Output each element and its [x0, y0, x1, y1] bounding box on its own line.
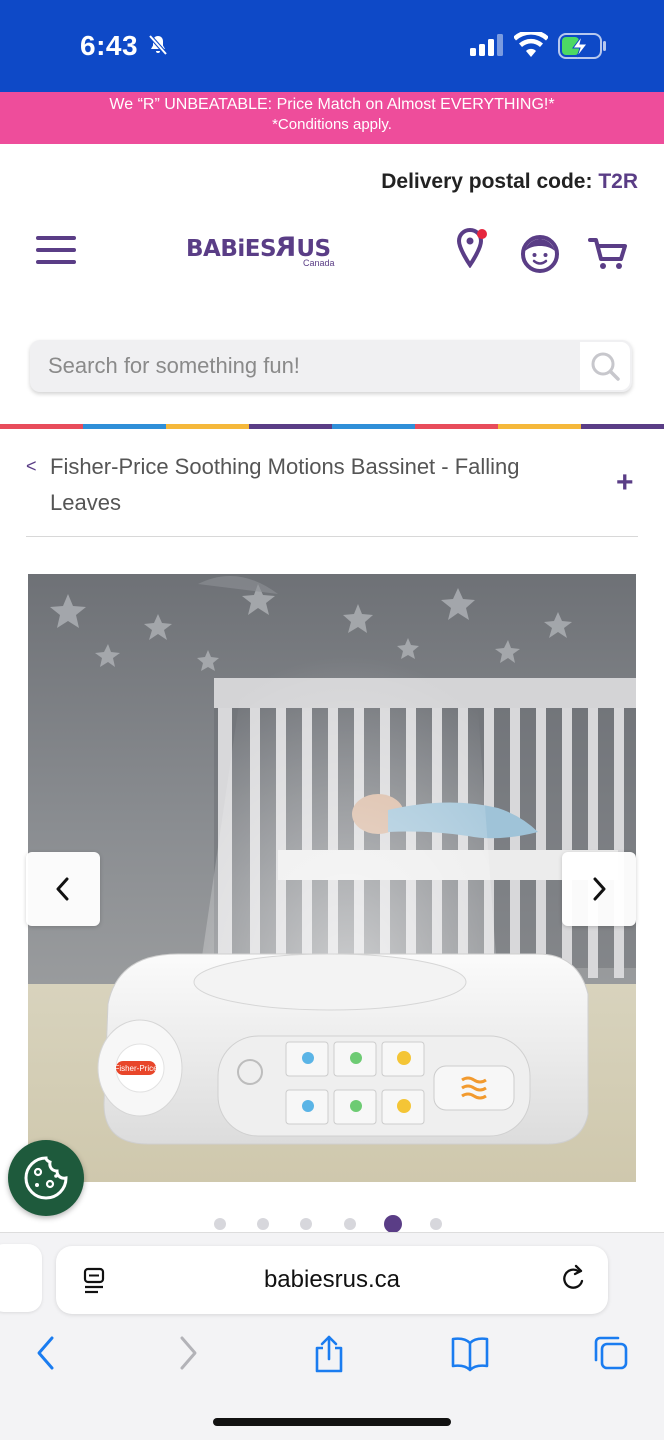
rainbow-segment: [332, 424, 415, 429]
carousel-dot[interactable]: [214, 1218, 226, 1230]
logo-r: R: [276, 232, 297, 263]
fisher-price-badge-text: Fisher-Price: [114, 1064, 158, 1073]
breadcrumb-title[interactable]: Fisher-Price Soothing Motions Bassinet -…: [50, 449, 590, 521]
rainbow-divider: [0, 424, 664, 429]
battery-charging-icon: [558, 33, 608, 64]
delivery-label: Delivery postal code:: [381, 170, 593, 193]
rainbow-segment: [249, 424, 332, 429]
wifi-icon: [513, 29, 549, 63]
carousel-dot[interactable]: [343, 1218, 356, 1230]
reload-icon[interactable]: [560, 1264, 588, 1299]
divider: [26, 536, 638, 537]
cart-icon[interactable]: [588, 236, 628, 277]
cookie-settings-button[interactable]: [8, 1140, 84, 1216]
promo-conditions: *Conditions apply.: [272, 116, 392, 133]
location-pin-icon[interactable]: [456, 227, 488, 273]
cookie-icon: [24, 1156, 68, 1200]
tabs-icon[interactable]: [592, 1334, 630, 1377]
rainbow-segment: [415, 424, 498, 429]
status-time: 6:43: [80, 30, 139, 61]
signal-icon: [470, 34, 504, 61]
postal-code: T2R: [598, 170, 638, 193]
address-bar[interactable]: babiesrus.ca: [56, 1246, 608, 1314]
search-input[interactable]: [48, 348, 578, 384]
url-text: babiesrus.ca: [263, 1266, 401, 1293]
search-icon: [591, 352, 620, 381]
bookmarks-icon[interactable]: [450, 1334, 490, 1377]
rainbow-segment: [83, 424, 166, 429]
breadcrumb-back-icon[interactable]: <: [26, 456, 37, 477]
previous-tab[interactable]: [0, 1244, 42, 1312]
search-bar: [30, 340, 632, 392]
product-image[interactable]: Fisher-Price: [28, 574, 636, 1182]
chevron-left-icon: [56, 877, 69, 901]
promo-text: We “R” UNBEATABLE: Price Match on Almost…: [109, 96, 555, 113]
share-icon[interactable]: [312, 1334, 346, 1379]
account-icon[interactable]: [520, 234, 560, 279]
babiesrus-logo[interactable]: BABiESRUS Canada: [186, 232, 342, 272]
status-bar: 6:43: [0, 0, 664, 92]
page: 6:43 We “R” UNBEATABLE: Price Match on A…: [0, 0, 664, 1440]
rainbow-segment: [0, 424, 83, 429]
chevron-right-icon: [593, 877, 606, 901]
menu-icon[interactable]: [36, 236, 76, 270]
carousel-dot[interactable]: [257, 1218, 270, 1230]
rainbow-segment: [498, 424, 581, 429]
breadcrumb-expand-icon[interactable]: +: [616, 468, 634, 498]
logo-canada: Canada: [303, 258, 335, 268]
forward-icon[interactable]: [176, 1334, 200, 1377]
logo-babies: BABiES: [186, 236, 277, 262]
carousel-dot[interactable]: [300, 1218, 313, 1230]
bell-slash-icon: [146, 33, 170, 62]
carousel-prev-button[interactable]: [26, 852, 100, 926]
back-icon[interactable]: [34, 1334, 58, 1377]
search-button[interactable]: [580, 342, 630, 390]
delivery-postal-code[interactable]: Delivery postal code: T2R: [381, 170, 638, 194]
rainbow-segment: [166, 424, 249, 429]
carousel-dot-active[interactable]: [383, 1215, 402, 1233]
carousel-next-button[interactable]: [562, 852, 636, 926]
rainbow-segment: [581, 424, 664, 429]
home-indicator: [213, 1418, 451, 1426]
carousel-dot[interactable]: [430, 1218, 442, 1230]
promo-banner[interactable]: We “R” UNBEATABLE: Price Match on Almost…: [0, 92, 664, 144]
